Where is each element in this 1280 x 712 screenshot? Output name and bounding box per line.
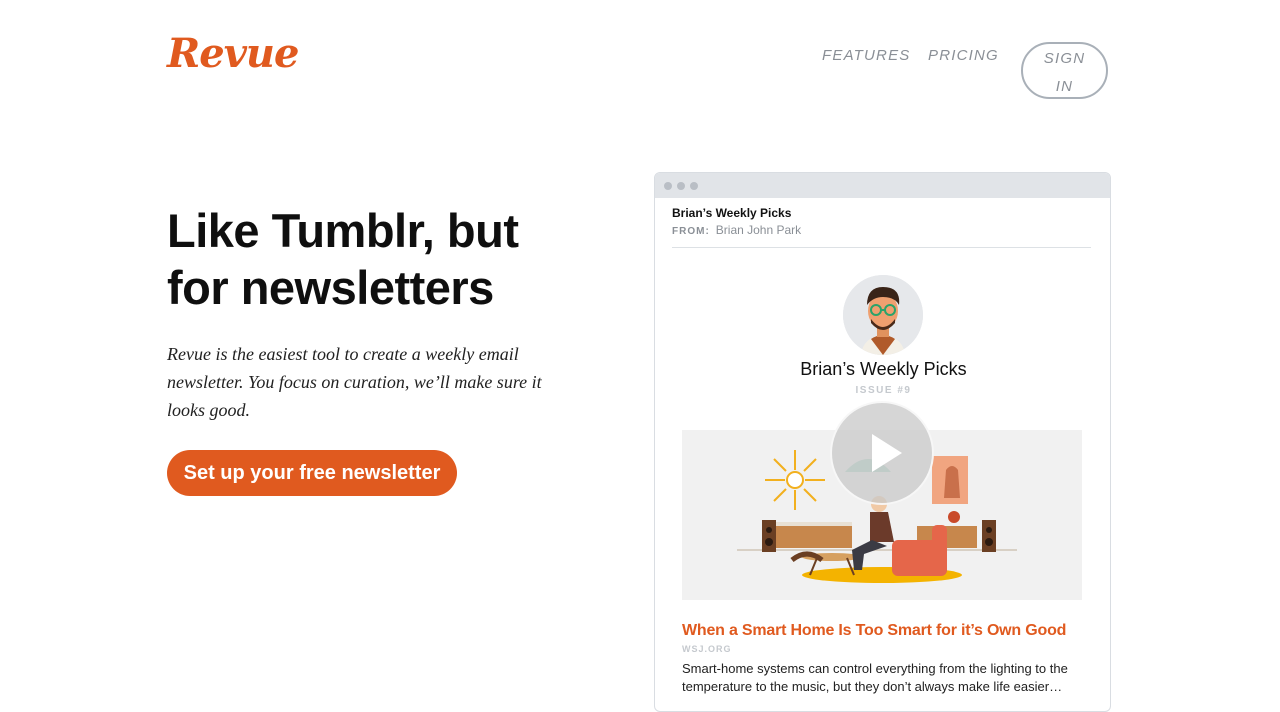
sign-in-button[interactable]: SIGN IN <box>1021 42 1108 99</box>
article-excerpt: Smart-home systems can control everythin… <box>682 661 1068 694</box>
article-source: WSJ.ORG <box>682 644 732 654</box>
email-header: Brian’s Weekly Picks FROM: Brian John Par… <box>672 205 1091 248</box>
nav-pricing[interactable]: PRICING <box>928 47 999 64</box>
issue-number: ISSUE #9 <box>855 385 912 396</box>
window-dot-icon <box>664 182 672 190</box>
hero-description: Revue is the easiest tool to create a we… <box>167 344 542 420</box>
hero-title: Like Tumblr, but for newsletters <box>167 204 519 314</box>
sign-in-label-line1: SIGN <box>1043 50 1086 67</box>
sign-in-label-line2: IN <box>1055 78 1074 95</box>
newsletter-title: Brian’s Weekly Picks <box>800 359 967 379</box>
window-dot-icon <box>677 182 685 190</box>
revue-logo[interactable]: Revue <box>167 30 299 78</box>
from-label: FROM: <box>672 226 710 237</box>
avatar-illustration-icon <box>843 275 923 355</box>
email-from: FROM: Brian John Park <box>672 221 1091 241</box>
newsletter-preview-window: Brian’s Weekly Picks FROM: Brian John Par… <box>654 172 1111 712</box>
setup-newsletter-button[interactable]: Set up your free newsletter <box>167 450 457 496</box>
window-titlebar <box>655 173 1110 198</box>
email-subject: Brian’s Weekly Picks <box>672 206 792 220</box>
article-title-link[interactable]: When a Smart Home Is Too Smart for it’s … <box>682 622 1066 640</box>
window-dot-icon <box>690 182 698 190</box>
play-video-button[interactable] <box>830 401 934 505</box>
from-name: Brian John Park <box>715 223 802 237</box>
nav-features[interactable]: FEATURES <box>822 47 911 64</box>
author-avatar <box>843 275 923 355</box>
